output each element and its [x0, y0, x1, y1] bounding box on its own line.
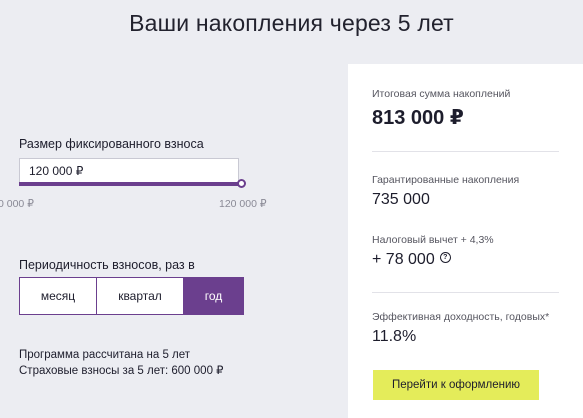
frequency-selector: месяц квартал год — [19, 277, 244, 315]
contribution-slider-thumb[interactable] — [237, 179, 246, 188]
yield-label: Эффективная доходность, годовых* — [372, 311, 550, 323]
tax-deduction-label: Налоговый вычет + 4,3% — [372, 234, 494, 246]
program-note-premiums: Страховые взносы за 5 лет: 600 000 ₽ — [19, 365, 224, 377]
proceed-to-checkout-button[interactable]: Перейти к оформлению — [373, 370, 539, 400]
total-value: 813 000 ₽ — [372, 107, 464, 129]
contribution-slider-track[interactable] — [19, 182, 243, 186]
slider-max-label: 120 000 ₽ — [219, 198, 267, 210]
contribution-input[interactable]: 120 000 ₽ — [19, 158, 239, 182]
contribution-slider-fill — [19, 182, 243, 186]
guaranteed-label: Гарантированные накопления — [372, 174, 520, 186]
contribution-label: Размер фиксированного взноса — [19, 137, 204, 151]
frequency-option-month[interactable]: месяц — [20, 278, 97, 314]
total-label: Итоговая сумма накоплений — [372, 88, 511, 100]
divider — [372, 151, 559, 152]
program-note: Программа рассчитана на 5 лет Страховые … — [19, 347, 223, 379]
slider-min-label: 0 000 ₽ — [0, 198, 34, 210]
program-note-duration: Программа рассчитана на 5 лет — [19, 349, 191, 361]
tax-deduction-row: + 78 000? — [372, 251, 451, 269]
frequency-label: Периодичность взносов, раз в — [19, 258, 195, 272]
divider — [372, 292, 559, 293]
summary-panel: Итоговая сумма накоплений 813 000 ₽ Гара… — [348, 64, 583, 418]
yield-value: 11.8% — [372, 328, 417, 345]
frequency-option-year[interactable]: год — [184, 278, 243, 314]
page-title: Ваши накопления через 5 лет — [129, 10, 454, 36]
tax-deduction-value: + 78 000 — [372, 251, 435, 268]
guaranteed-value: 735 000 — [372, 191, 430, 208]
frequency-option-quarter[interactable]: квартал — [97, 278, 184, 314]
info-icon[interactable]: ? — [439, 252, 451, 264]
